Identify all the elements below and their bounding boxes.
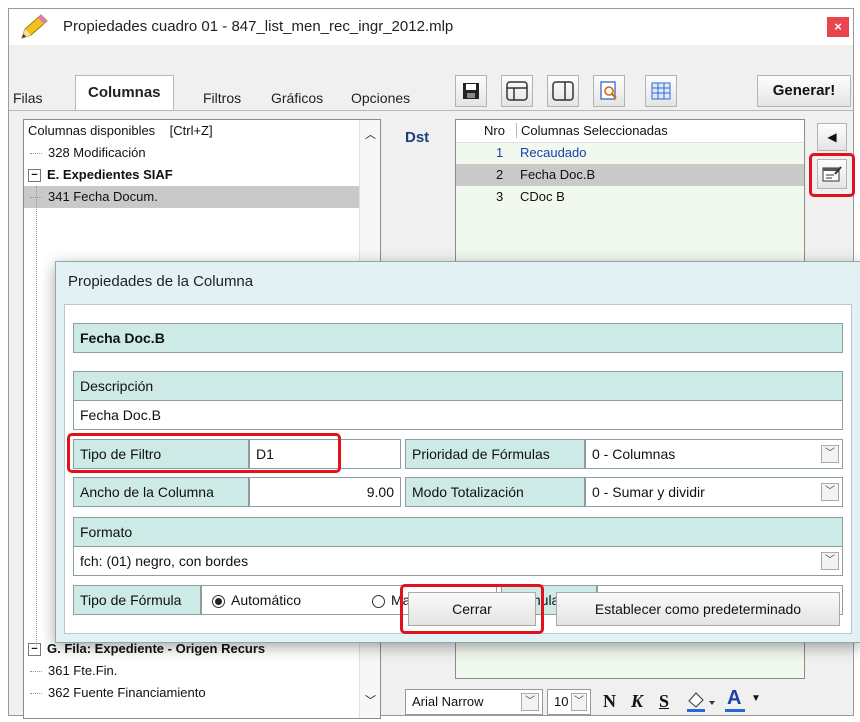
list-item[interactable]: 361 Fte.Fin. [30, 660, 117, 682]
chevron-down-icon[interactable]: ﹀ [521, 693, 539, 711]
close-button[interactable]: × [827, 17, 849, 37]
descripcion-input[interactable]: Fecha Doc.B [73, 400, 843, 430]
collapse-button[interactable]: ◀ [817, 123, 847, 151]
title-bar: Propiedades cuadro 01 - 847_list_men_rec… [9, 9, 853, 45]
bold-button[interactable]: N [603, 691, 616, 712]
properties-window: Propiedades cuadro 01 - 847_list_men_rec… [8, 8, 860, 719]
preview-button[interactable] [593, 75, 625, 107]
tipo-formula-label: Tipo de Fórmula [73, 585, 201, 615]
radio-unchecked-icon [372, 594, 385, 608]
dst-button[interactable]: Dst [405, 129, 429, 146]
font-color-swatch [725, 709, 745, 712]
tab-graficos[interactable]: Gráficos [271, 83, 323, 113]
preview-icon [600, 81, 617, 100]
dropdown-arrow-icon: ▼ [751, 693, 761, 704]
list-item[interactable]: 362 Fuente Financiamiento [30, 682, 206, 704]
grid-icon [651, 82, 671, 100]
dialog-title-bar: Propiedades de la Columna [56, 262, 860, 302]
list-item-selected[interactable]: 341 Fecha Docum. [24, 186, 360, 208]
arrow-left-icon: ◀ [827, 130, 837, 144]
list-item[interactable]: 328 Modificación [30, 142, 360, 164]
column-properties-dialog: Propiedades de la Columna Fecha Doc.B De… [55, 261, 860, 643]
ancho-label: Ancho de la Columna [73, 477, 249, 507]
grid-button[interactable] [645, 75, 677, 107]
prioridad-label: Prioridad de Fórmulas [405, 439, 585, 469]
table-row[interactable]: 3 CDoc B [456, 186, 804, 208]
pencil-app-icon [19, 13, 49, 41]
prioridad-select[interactable]: 0 - Columnas ﹀ [585, 439, 843, 469]
highlight-cerrar [400, 584, 544, 634]
modo-select[interactable]: 0 - Sumar y dividir ﹀ [585, 477, 843, 507]
chevron-down-icon[interactable]: ﹀ [821, 552, 839, 570]
dialog-title: Propiedades de la Columna [68, 273, 254, 290]
modo-label: Modo Totalización [405, 477, 585, 507]
selected-columns-header: Nro Columnas Seleccionadas [456, 120, 804, 143]
formato-select[interactable]: fch: (01) negro, con bordes ﹀ [73, 546, 843, 576]
radio-checked-icon [212, 594, 225, 608]
chevron-down-icon[interactable]: ﹀ [821, 483, 839, 501]
generate-button[interactable]: Generar! [757, 75, 851, 107]
chevron-down-icon[interactable]: ﹀ [821, 445, 839, 463]
layout-columns-button[interactable] [547, 75, 579, 107]
descripcion-label: Descripción [73, 371, 843, 401]
tab-opciones[interactable]: Opciones [351, 83, 410, 113]
radio-automatico[interactable]: Automático [212, 586, 301, 614]
formato-label: Formato [73, 517, 843, 547]
ancho-input[interactable]: 9.00 [249, 477, 401, 507]
italic-button[interactable]: K [631, 691, 643, 712]
tab-filtros[interactable]: Filtros [203, 83, 241, 113]
save-icon [463, 83, 479, 99]
scroll-up-icon[interactable]: ︿ [365, 126, 376, 142]
scroll-down-icon[interactable]: ﹀ [365, 692, 376, 708]
window-title: Propiedades cuadro 01 - 847_list_men_rec… [63, 18, 454, 35]
font-size-select[interactable]: 10 ﹀ [547, 689, 591, 715]
tab-columnas[interactable]: Columnas [75, 75, 174, 111]
available-columns-header: Columnas disponibles [Ctrl+Z] [28, 123, 213, 138]
underline-button[interactable]: S [659, 691, 669, 712]
layout-rows-button[interactable] [501, 75, 533, 107]
save-button[interactable] [455, 75, 487, 107]
paint-bucket-icon [687, 692, 715, 712]
layout-columns-icon [552, 81, 574, 101]
layout-rows-icon [506, 81, 528, 101]
chevron-down-icon[interactable]: ﹀ [571, 693, 587, 711]
fill-color-button[interactable] [685, 689, 719, 716]
highlight-tipo-filtro [67, 433, 341, 473]
table-row[interactable]: 1 Recaudado [456, 142, 804, 164]
font-color-button[interactable]: A ▼ [725, 687, 769, 713]
tab-filas[interactable]: Filas [13, 83, 43, 113]
column-name-header: Fecha Doc.B [73, 323, 843, 353]
table-row-selected[interactable]: 2 Fecha Doc.B [456, 164, 804, 186]
set-default-button[interactable]: Establecer como predeterminado [556, 592, 840, 626]
font-select[interactable]: Arial Narrow ﹀ [405, 689, 543, 715]
highlight-properties-button [809, 153, 855, 197]
tree-group-item[interactable]: − E. Expedientes SIAF [28, 164, 358, 186]
